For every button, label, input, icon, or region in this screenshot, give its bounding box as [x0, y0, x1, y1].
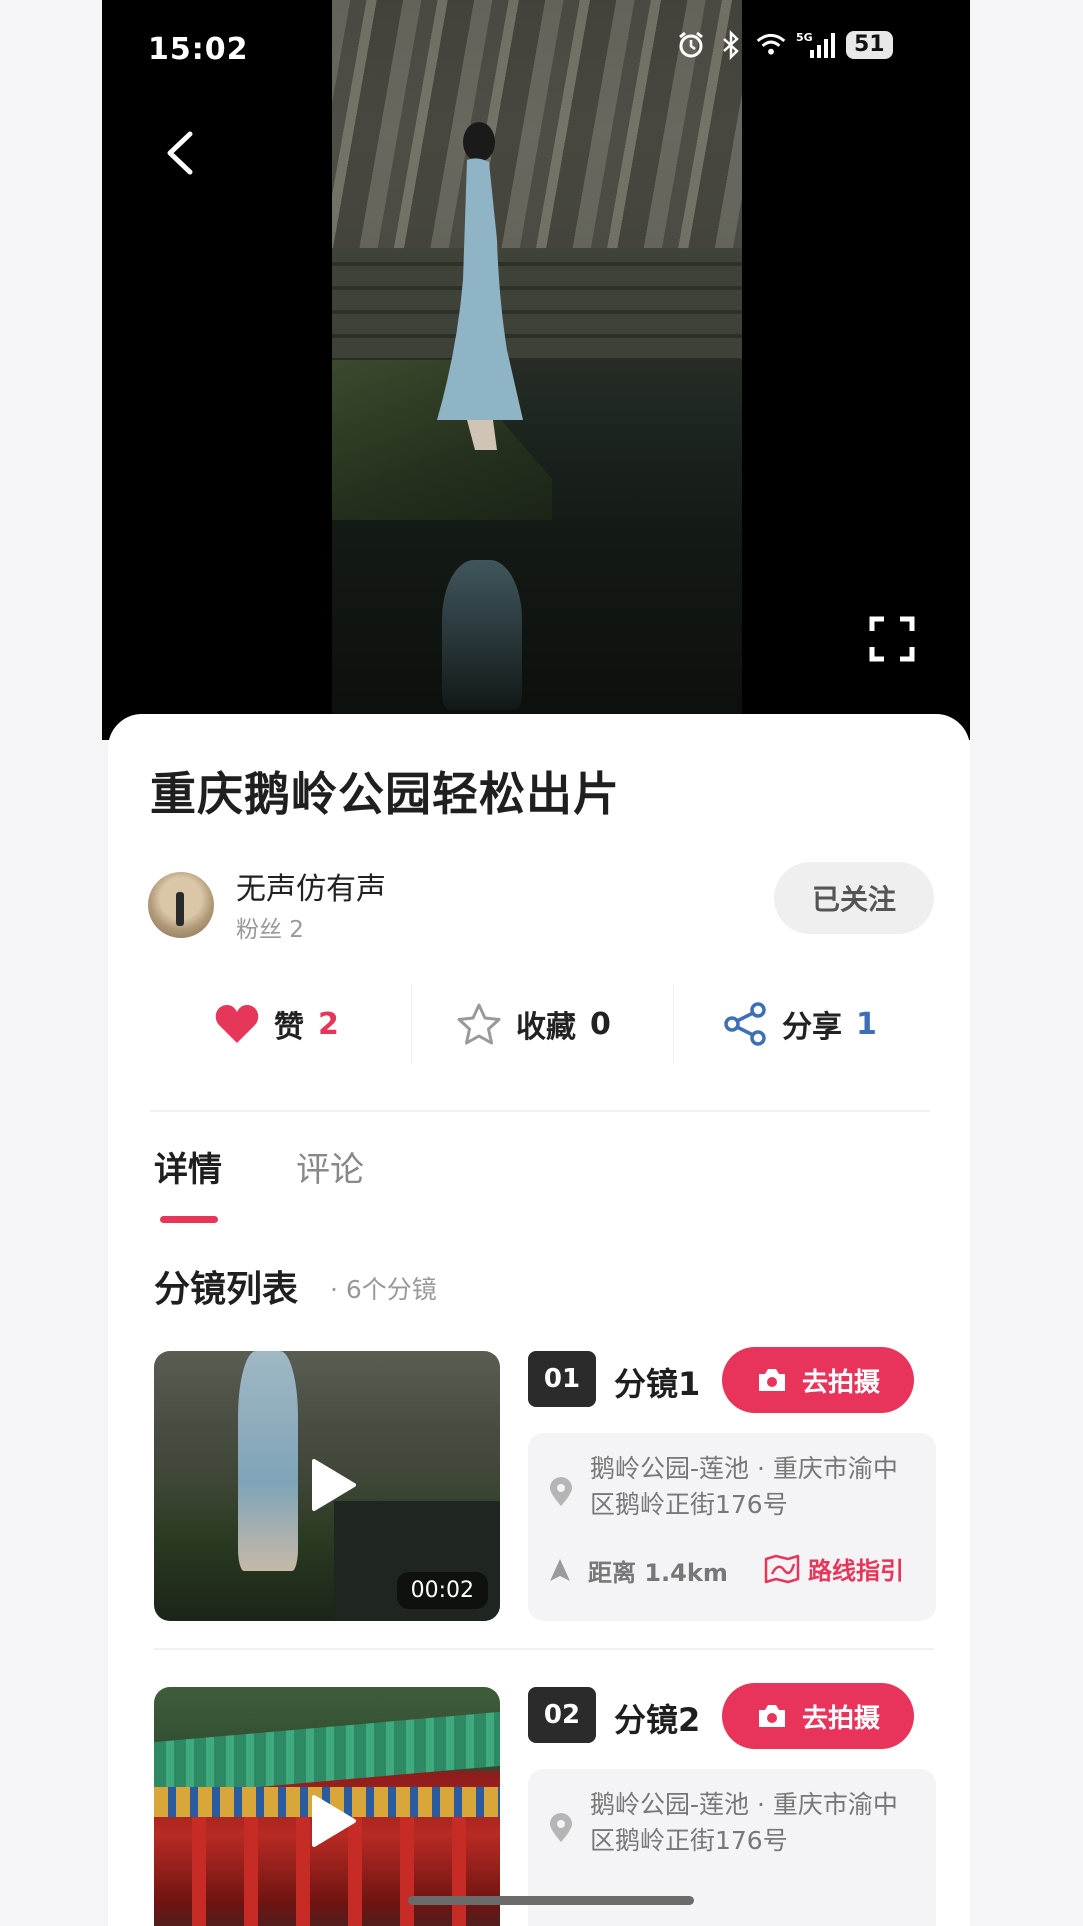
location-pin-icon — [550, 1477, 572, 1506]
wifi-icon — [756, 30, 786, 60]
route-guide-label: 路线指引 — [808, 1557, 904, 1585]
detail-card: 重庆鹅岭公园轻松出片 无声仿有声 粉丝 2 已关注 赞 2 收藏 0 分享 1 — [108, 714, 970, 1926]
shot-number: 02 — [528, 1687, 596, 1743]
status-bar: 15:02 5G 51 — [0, 0, 1083, 100]
svg-text:5G: 5G — [796, 31, 813, 44]
avatar[interactable] — [148, 872, 214, 938]
shot-distance: 距离 1.4km — [588, 1559, 728, 1587]
action-bar: 赞 2 收藏 0 分享 1 — [108, 974, 970, 1074]
stone-wall — [332, 248, 742, 358]
camera-icon — [758, 1705, 785, 1727]
like-label: 赞 — [274, 1010, 304, 1045]
favorite-label: 收藏 — [516, 1010, 576, 1045]
favorite-button[interactable]: 收藏 0 — [456, 974, 611, 1074]
share-label: 分享 — [782, 1010, 842, 1045]
route-guide-link[interactable]: 路线指引 — [764, 1551, 904, 1586]
play-icon[interactable] — [300, 1455, 360, 1515]
heart-icon — [215, 1005, 259, 1043]
shot-name: 分镜2 — [614, 1701, 701, 1739]
water-reflection — [442, 560, 522, 710]
favorite-count: 0 — [590, 1006, 611, 1042]
share-count: 1 — [856, 1006, 877, 1042]
tab-comments[interactable]: 评论 — [296, 1142, 364, 1191]
alarm-icon — [676, 30, 706, 60]
go-shoot-button[interactable]: 去拍摄 — [722, 1683, 914, 1749]
map-icon — [764, 1554, 800, 1583]
go-shoot-label: 去拍摄 — [801, 1367, 880, 1398]
pond-water — [332, 520, 742, 720]
shot-item: 02 分镜2 去拍摄 鹅岭公园-莲池 · 重庆市渝中区鹅岭正街176号 — [154, 1683, 936, 1926]
go-shoot-label: 去拍摄 — [801, 1703, 880, 1734]
shot-thumbnail[interactable]: 00:02 — [154, 1351, 500, 1621]
fullscreen-button[interactable] — [868, 615, 916, 663]
star-icon — [457, 1003, 501, 1045]
shot-item: 00:02 01 分镜1 去拍摄 鹅岭公园-莲池 · 重庆市渝中区鹅岭正街176… — [154, 1347, 936, 1641]
woman-figure — [437, 122, 523, 450]
go-shoot-button[interactable]: 去拍摄 — [722, 1347, 914, 1413]
fans-count: 粉丝 2 — [236, 917, 304, 943]
section-count: · 6个分镜 — [330, 1275, 437, 1304]
camera-icon — [758, 1369, 785, 1391]
tab-indicator — [160, 1216, 218, 1223]
fullscreen-icon — [869, 616, 915, 662]
share-icon — [724, 1002, 766, 1046]
shot-name: 分镜1 — [614, 1365, 701, 1403]
chevron-left-icon — [167, 131, 193, 175]
shot-divider — [154, 1648, 934, 1650]
pavilion-roof — [154, 1711, 500, 1797]
shot-number: 01 — [528, 1351, 596, 1407]
play-icon[interactable] — [300, 1791, 360, 1851]
video-frame — [332, 0, 742, 720]
battery-indicator: 51 — [846, 31, 893, 59]
home-indicator[interactable] — [408, 1896, 694, 1905]
like-count: 2 — [318, 1006, 339, 1042]
like-button[interactable]: 赞 2 — [214, 974, 339, 1074]
share-button[interactable]: 分享 1 — [722, 974, 877, 1074]
location-box: 鹅岭公园-莲池 · 重庆市渝中区鹅岭正街176号 距离 1.4km 路线指引 — [528, 1433, 936, 1621]
thumbnail-figure — [238, 1351, 298, 1571]
location-pin-icon — [550, 1813, 572, 1842]
action-separator — [411, 984, 412, 1064]
bluetooth-icon — [716, 30, 746, 60]
shot-thumbnail[interactable] — [154, 1687, 500, 1926]
section-title: 分镜列表 — [154, 1269, 299, 1310]
shot-address: 鹅岭公园-莲池 · 重庆市渝中区鹅岭正街176号 — [590, 1790, 898, 1855]
divider — [150, 1110, 930, 1112]
cellular-signal-icon: 5G — [796, 30, 836, 60]
video-player[interactable] — [102, 0, 970, 740]
author-name[interactable]: 无声仿有声 — [236, 864, 386, 908]
action-separator — [673, 984, 674, 1064]
video-duration: 00:02 — [396, 1572, 488, 1609]
tab-detail[interactable]: 详情 — [154, 1142, 222, 1191]
back-button[interactable] — [160, 128, 200, 178]
status-icons: 5G 51 — [676, 30, 893, 60]
status-time: 15:02 — [148, 32, 249, 67]
navigation-arrow-icon — [550, 1559, 570, 1581]
screen: 15:02 5G 51 重庆鹅岭公园轻松出片 无声仿有声 粉丝 2 已关注 赞 … — [0, 0, 1083, 1926]
follow-button[interactable]: 已关注 — [774, 862, 934, 934]
post-title: 重庆鹅岭公园轻松出片 — [150, 767, 620, 821]
shot-address: 鹅岭公园-莲池 · 重庆市渝中区鹅岭正街176号 — [590, 1454, 898, 1519]
